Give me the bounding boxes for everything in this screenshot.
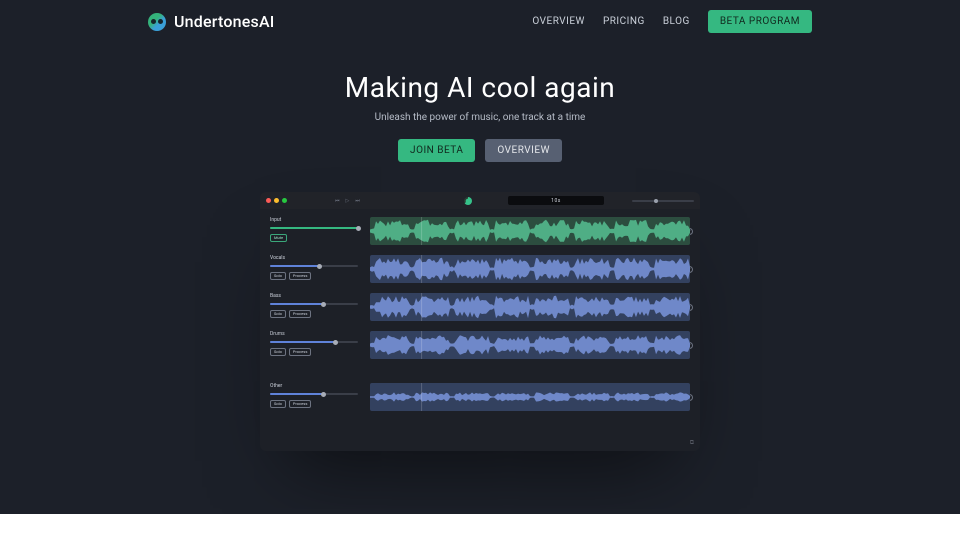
app-titlebar: ⏮ ▷ ⏭ 10s <box>260 192 700 209</box>
nav-link-pricing[interactable]: PRICING <box>603 16 645 27</box>
expand-icon[interactable]: ⧉ <box>690 439 694 446</box>
volume-slider[interactable] <box>270 265 358 267</box>
process-indicator-icon[interactable] <box>464 197 472 205</box>
track-controls: Bass SoloProcess × <box>270 293 358 321</box>
track-row-input: Input Mute × <box>270 217 690 255</box>
zoom-slider[interactable] <box>632 200 694 202</box>
waveform[interactable] <box>370 255 690 283</box>
track-controls: Vocals SoloProcess × <box>270 255 358 283</box>
track-chip-row: SoloProcess <box>270 400 358 408</box>
hero-cta-row: JOIN BETA OVERVIEW <box>0 139 960 162</box>
close-icon[interactable] <box>266 198 271 203</box>
waveform[interactable] <box>370 383 690 411</box>
track-chip-solo[interactable]: Solo <box>270 348 286 356</box>
play-icon[interactable]: ▷ <box>346 198 350 204</box>
app-footer: ⧉ <box>260 437 700 451</box>
waveform[interactable] <box>370 293 690 321</box>
track-controls: Other SoloProcess × <box>270 383 358 411</box>
track-controls: Drums SoloProcess × <box>270 331 358 359</box>
window-controls <box>266 198 287 203</box>
brand-name: UndertonesAI <box>174 12 274 31</box>
track-chip-process[interactable]: Process <box>289 348 311 356</box>
waveform[interactable] <box>370 331 690 359</box>
hero-subtitle: Unleash the power of music, one track at… <box>0 112 960 123</box>
landing-page: UndertonesAI OVERVIEW PRICING BLOG BETA … <box>0 0 960 451</box>
volume-slider[interactable] <box>270 303 358 305</box>
waveform[interactable] <box>370 217 690 245</box>
track-name-label: Bass <box>270 293 358 299</box>
track-chip-process[interactable]: Process <box>289 400 311 408</box>
minimize-icon[interactable] <box>274 198 279 203</box>
track-chip-row: SoloProcess <box>270 272 358 280</box>
time-counter: 10s <box>508 196 604 205</box>
tracks-panel: Input Mute × Vocals SoloProcess × Bass <box>260 209 700 437</box>
join-beta-button[interactable]: JOIN BETA <box>398 139 475 162</box>
nav-cta-button[interactable]: BETA PROGRAM <box>708 10 812 33</box>
overview-button[interactable]: OVERVIEW <box>485 139 562 162</box>
hero-title: Making AI cool again <box>0 71 960 104</box>
track-chip-mute[interactable]: Mute <box>270 234 287 242</box>
track-chip-row: SoloProcess <box>270 310 358 318</box>
transport-controls: ⏮ ▷ ⏭ <box>335 198 360 204</box>
app-preview: ⏮ ▷ ⏭ 10s Input Mute × Vocals <box>260 192 700 451</box>
track-chip-row: Mute <box>270 234 358 242</box>
track-name-label: Other <box>270 383 358 389</box>
track-chip-solo[interactable]: Solo <box>270 400 286 408</box>
skip-forward-icon[interactable]: ⏭ <box>355 198 360 204</box>
top-nav: UndertonesAI OVERVIEW PRICING BLOG BETA … <box>120 0 840 33</box>
track-name-label: Drums <box>270 331 358 337</box>
page-edge <box>0 514 960 540</box>
brand[interactable]: UndertonesAI <box>148 12 274 31</box>
hero: Making AI cool again Unleash the power o… <box>0 71 960 162</box>
nav-link-overview[interactable]: OVERVIEW <box>532 16 585 27</box>
nav-links: OVERVIEW PRICING BLOG BETA PROGRAM <box>532 10 812 33</box>
volume-slider[interactable] <box>270 227 358 229</box>
nav-link-blog[interactable]: BLOG <box>663 16 690 27</box>
volume-slider[interactable] <box>270 341 358 343</box>
track-chip-solo[interactable]: Solo <box>270 272 286 280</box>
track-controls: Input Mute × <box>270 217 358 245</box>
volume-slider[interactable] <box>270 393 358 395</box>
track-name-label: Vocals <box>270 255 358 261</box>
track-chip-process[interactable]: Process <box>289 272 311 280</box>
skip-back-icon[interactable]: ⏮ <box>335 198 340 204</box>
track-chip-row: SoloProcess <box>270 348 358 356</box>
track-row-other: Other SoloProcess × <box>270 383 690 421</box>
track-chip-process[interactable]: Process <box>289 310 311 318</box>
track-name-label: Input <box>270 217 358 223</box>
track-row-bass: Bass SoloProcess × <box>270 293 690 331</box>
brand-logo-icon <box>148 13 166 31</box>
track-row-vocals: Vocals SoloProcess × <box>270 255 690 293</box>
maximize-icon[interactable] <box>282 198 287 203</box>
track-chip-solo[interactable]: Solo <box>270 310 286 318</box>
track-row-drums: Drums SoloProcess × <box>270 331 690 369</box>
